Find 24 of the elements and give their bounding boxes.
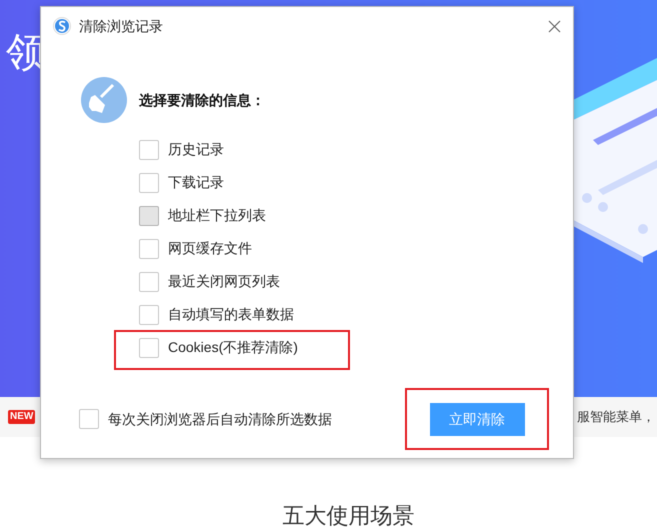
option-label: 最近关闭网页列表	[168, 272, 280, 291]
clear-now-button[interactable]: 立即清除	[430, 402, 524, 436]
browser-logo-icon	[53, 17, 71, 35]
checkbox[interactable]	[139, 304, 159, 324]
option-label: Cookies(不推荐清除)	[168, 338, 298, 357]
section-title: 五大使用场景	[282, 505, 414, 527]
section-heading: 选择要清除的信息：	[139, 90, 265, 110]
strip-text: 服智能菜单，	[577, 408, 655, 426]
option-label: 历史记录	[168, 140, 224, 159]
broom-icon	[81, 77, 127, 123]
option-label: 自动填写的表单数据	[168, 305, 294, 324]
new-badge: NEW	[8, 410, 36, 424]
window-title: 清除浏览记录	[79, 16, 164, 36]
checkbox[interactable]	[79, 409, 99, 429]
checkbox[interactable]	[139, 238, 159, 258]
checkbox[interactable]	[139, 140, 159, 160]
option-label: 地址栏下拉列表	[168, 206, 266, 225]
close-icon[interactable]	[548, 20, 561, 32]
option-label: 网页缓存文件	[168, 239, 252, 258]
checkbox[interactable]	[139, 272, 159, 292]
auto-clear-label: 每次关闭浏览器后自动清除所选数据	[108, 410, 332, 428]
checkbox[interactable]	[139, 338, 159, 358]
option-label: 下载记录	[168, 173, 224, 192]
checkbox[interactable]	[139, 172, 159, 192]
